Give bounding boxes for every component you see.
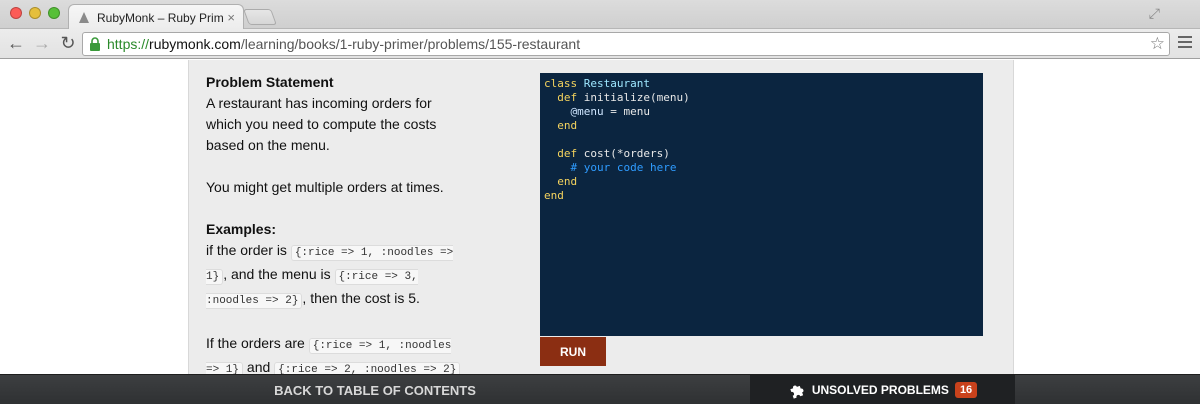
example-1-pre: if the order is bbox=[206, 242, 287, 258]
url-text: https://rubymonk.com/learning/books/1-ru… bbox=[107, 36, 580, 52]
unsolved-count-badge: 16 bbox=[954, 382, 978, 398]
problem-panel: Problem Statement A restaurant has incom… bbox=[188, 60, 1014, 404]
code-line-8-keyword: end bbox=[557, 175, 578, 188]
fullscreen-icon[interactable]: ⤢ bbox=[1149, 5, 1160, 22]
example-1-post: , then the cost is 5. bbox=[302, 290, 420, 306]
problem-heading: Problem Statement bbox=[206, 74, 334, 90]
code-line-1-class-name: Restaurant bbox=[583, 77, 650, 90]
new-tab-button[interactable] bbox=[243, 9, 277, 25]
example-1-mid: , and the menu is bbox=[223, 266, 331, 282]
code-line-6-keyword: def bbox=[557, 147, 578, 160]
page: Problem Statement A restaurant has incom… bbox=[0, 60, 1200, 404]
browser-tab[interactable]: RubyMonk – Ruby Primer × bbox=[68, 4, 244, 30]
bookmark-star-icon[interactable]: ☆ bbox=[1150, 34, 1165, 54]
minimize-window-button[interactable] bbox=[29, 7, 41, 19]
zoom-window-button[interactable] bbox=[48, 7, 60, 19]
unsolved-problems-label: UNSOLVED PROBLEMS bbox=[811, 383, 949, 397]
example-2-pre: If the orders are bbox=[206, 335, 305, 351]
code-line-3-rest: = menu bbox=[603, 105, 650, 118]
code-line-4-keyword: end bbox=[557, 119, 578, 132]
bottom-bar: BACK TO TABLE OF CONTENTS UNSOLVED PROBL… bbox=[0, 374, 1200, 404]
code-line-2-keyword: def bbox=[557, 91, 578, 104]
lock-icon bbox=[89, 37, 101, 51]
close-window-button[interactable] bbox=[10, 7, 22, 19]
url-path: /learning/books/1-ruby-primer/problems/1… bbox=[240, 36, 581, 52]
url-scheme: https:// bbox=[107, 36, 150, 52]
code-line-2-rest: initialize(menu) bbox=[583, 91, 690, 104]
rubymonk-favicon-icon bbox=[77, 11, 91, 25]
back-arrow-icon[interactable]: ← bbox=[3, 31, 29, 57]
code-line-6-rest: cost(*orders) bbox=[583, 147, 670, 160]
url-host: rubymonk.com bbox=[149, 36, 241, 52]
forward-arrow-icon[interactable]: → bbox=[29, 31, 55, 57]
tab-close-icon[interactable]: × bbox=[227, 10, 235, 25]
example-2-and: and bbox=[246, 359, 271, 375]
browser-menu-icon[interactable] bbox=[1178, 36, 1192, 51]
code-line-1-keyword: class bbox=[544, 77, 578, 90]
tab-title: RubyMonk – Ruby Primer bbox=[97, 10, 224, 25]
code-line-7-comment: # your code here bbox=[570, 161, 677, 174]
problem-multiple-orders: You might get multiple orders at times. bbox=[206, 179, 444, 195]
code-editor[interactable]: class Restaurant def initialize(menu) @m… bbox=[540, 73, 983, 336]
reload-icon[interactable]: ↻ bbox=[55, 31, 81, 57]
puzzle-icon bbox=[788, 381, 806, 399]
problem-statement: A restaurant has incoming orders for whi… bbox=[206, 95, 437, 153]
browser-toolbar: ← → ↻ https://rubymonk.com/learning/book… bbox=[0, 29, 1200, 59]
example-1: if the order is {:rice => 1, :noodles =>… bbox=[206, 240, 468, 312]
run-button[interactable]: RUN bbox=[540, 337, 606, 366]
examples-heading: Examples: bbox=[206, 221, 277, 237]
problem-description: Problem Statement A restaurant has incom… bbox=[206, 72, 468, 402]
unsolved-problems-button[interactable]: UNSOLVED PROBLEMS 16 bbox=[750, 375, 1015, 404]
back-to-toc-link[interactable]: BACK TO TABLE OF CONTENTS bbox=[0, 375, 750, 404]
code-line-3-ivar: @menu bbox=[570, 105, 604, 118]
browser-tab-strip: RubyMonk – Ruby Primer × ⤢ bbox=[0, 0, 1200, 30]
address-bar[interactable]: https://rubymonk.com/learning/books/1-ru… bbox=[82, 32, 1170, 56]
code-line-9-keyword: end bbox=[544, 189, 564, 202]
